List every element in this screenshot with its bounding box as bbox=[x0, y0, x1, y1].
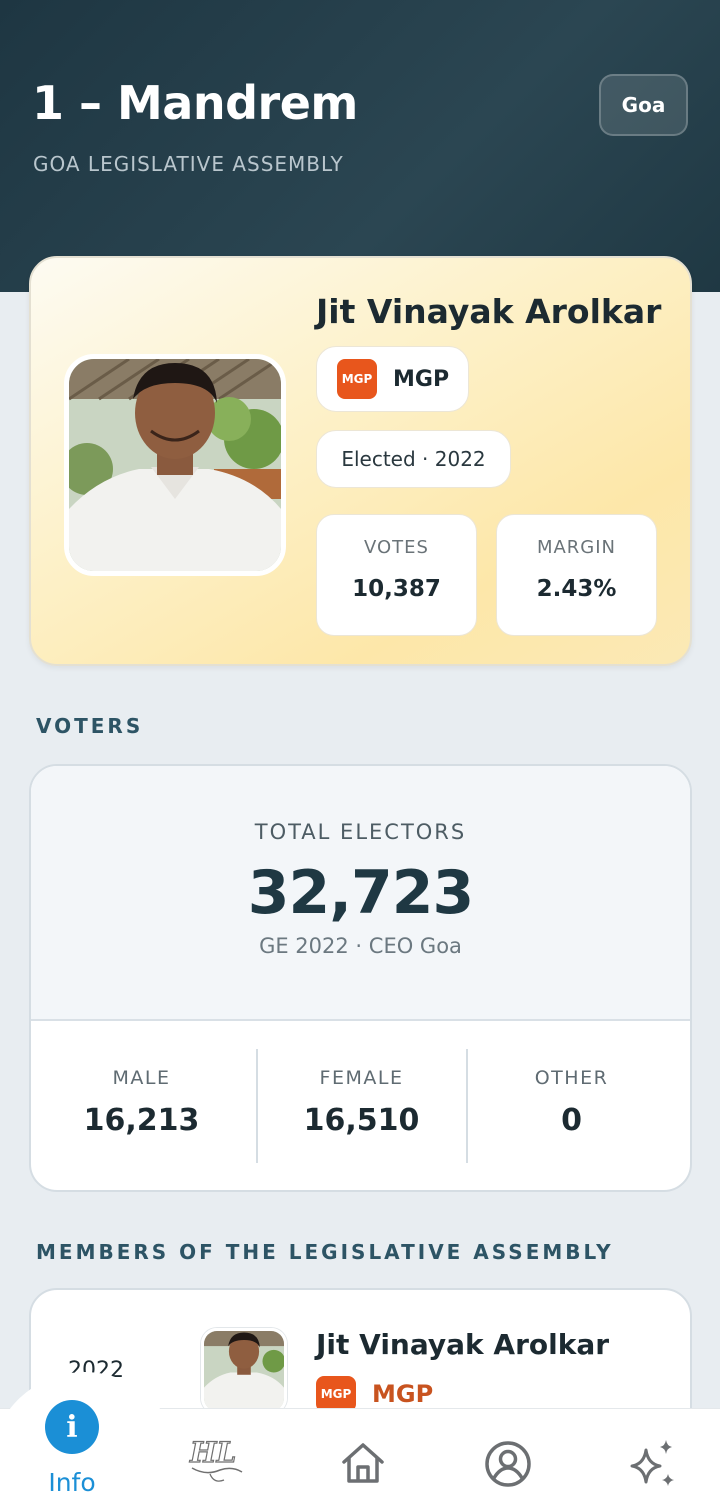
male-value: 16,213 bbox=[83, 1103, 200, 1138]
mla-section-label: MEMBERS OF THE LEGISLATIVE ASSEMBLY bbox=[36, 1240, 614, 1264]
home-icon[interactable] bbox=[340, 1440, 386, 1490]
info-icon: i bbox=[45, 1400, 99, 1454]
mla-party-name: MGP bbox=[372, 1380, 434, 1408]
candidate-card[interactable]: Jit Vinayak Arolkar MGP MGP Elected · 20… bbox=[29, 256, 692, 666]
nav-item-label: Info bbox=[48, 1468, 96, 1497]
voters-section-label: VOTERS bbox=[36, 714, 144, 738]
other-value: 0 bbox=[561, 1103, 582, 1138]
female-label: FEMALE bbox=[319, 1067, 404, 1089]
votes-label: VOTES bbox=[364, 537, 429, 558]
hl-logo-icon[interactable]: HL bbox=[186, 1432, 248, 1492]
mla-party: MGP MGP bbox=[316, 1376, 433, 1412]
page-header: 1 – Mandrem GOA LEGISLATIVE ASSEMBLY Goa bbox=[0, 0, 720, 292]
sparkles-icon[interactable] bbox=[626, 1438, 678, 1494]
female-stat: FEMALE 16,510 bbox=[251, 1021, 472, 1190]
votes-value: 10,387 bbox=[352, 576, 441, 602]
total-electors-panel: TOTAL ELECTORS 32,723 GE 2022 · CEO Goa bbox=[31, 766, 690, 1021]
mla-photo bbox=[201, 1328, 287, 1414]
total-electors-source: GE 2022 · CEO Goa bbox=[259, 934, 462, 958]
male-label: MALE bbox=[112, 1067, 171, 1089]
mla-name: Jit Vinayak Arolkar bbox=[316, 1328, 610, 1361]
assembly-subtitle: GOA LEGISLATIVE ASSEMBLY bbox=[33, 152, 344, 176]
female-value: 16,510 bbox=[303, 1103, 420, 1138]
party-logo-icon: MGP bbox=[316, 1376, 356, 1412]
male-stat: MALE 16,213 bbox=[31, 1021, 252, 1190]
margin-value: 2.43% bbox=[536, 576, 617, 602]
status-badge: Elected · 2022 bbox=[316, 430, 511, 488]
total-electors-label: TOTAL ELECTORS bbox=[254, 820, 467, 844]
party-logo-icon: MGP bbox=[337, 359, 377, 399]
constituency-title: 1 – Mandrem bbox=[32, 76, 358, 130]
party-name: MGP bbox=[393, 366, 450, 392]
other-label: OTHER bbox=[534, 1067, 609, 1089]
svg-text:HL: HL bbox=[189, 1436, 236, 1469]
total-electors-value: 32,723 bbox=[247, 858, 475, 928]
votes-stat: VOTES 10,387 bbox=[316, 514, 477, 636]
voters-card: TOTAL ELECTORS 32,723 GE 2022 · CEO Goa … bbox=[29, 764, 692, 1192]
nav-item-info[interactable]: i Info bbox=[32, 1400, 112, 1497]
profile-icon[interactable] bbox=[484, 1440, 532, 1492]
margin-label: MARGIN bbox=[536, 537, 617, 558]
state-button[interactable]: Goa bbox=[599, 74, 688, 136]
candidate-name: Jit Vinayak Arolkar bbox=[316, 292, 662, 331]
other-stat: OTHER 0 bbox=[461, 1021, 682, 1190]
margin-stat: MARGIN 2.43% bbox=[496, 514, 657, 636]
party-pill[interactable]: MGP MGP bbox=[316, 346, 469, 412]
candidate-photo bbox=[64, 354, 286, 576]
